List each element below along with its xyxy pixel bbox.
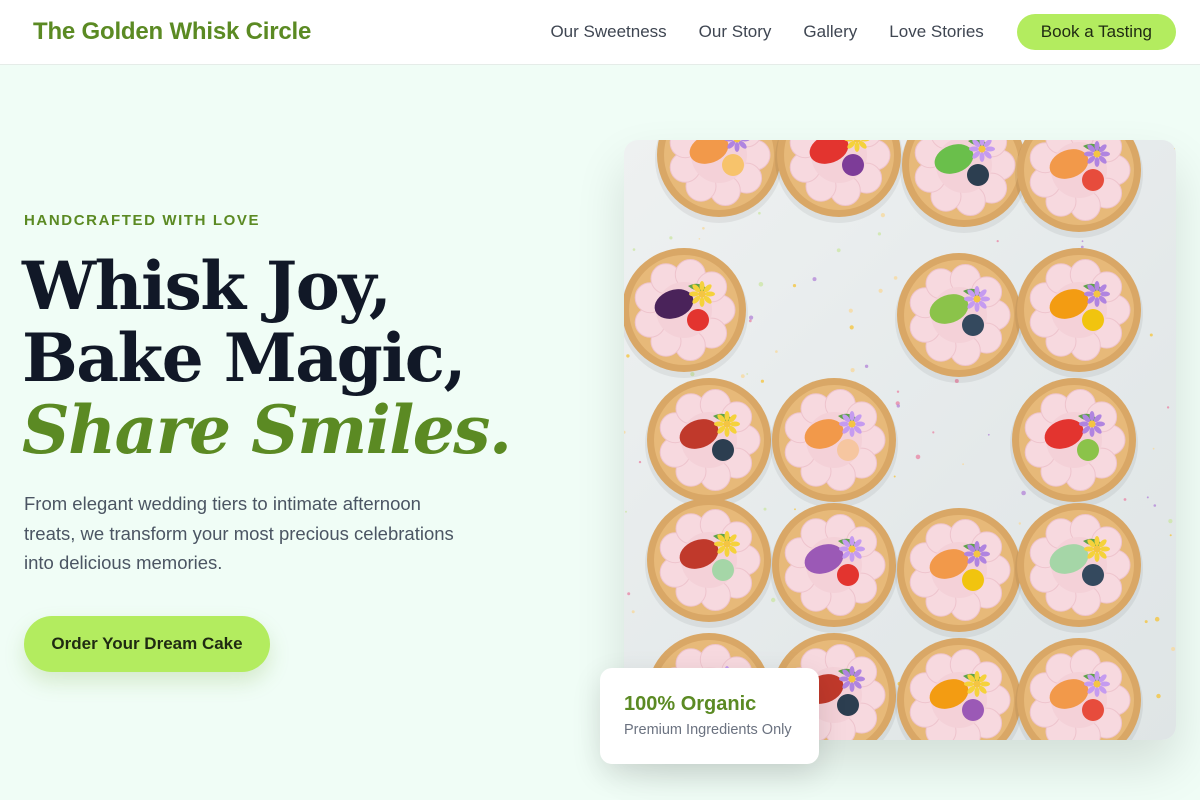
hero-headline-accent: Share Smiles.: [22, 391, 512, 469]
nav-links: Our Sweetness Our Story Gallery Love Sto…: [550, 14, 1176, 50]
brand-logo[interactable]: The Golden Whisk Circle: [33, 18, 311, 46]
hero-headline: Whisk Joy, Bake Magic, Share Smiles.: [22, 250, 592, 466]
hero-headline-main: Whisk Joy, Bake Magic,: [22, 247, 466, 397]
order-cake-button[interactable]: Order Your Dream Cake: [24, 616, 270, 672]
book-tasting-button[interactable]: Book a Tasting: [1016, 14, 1176, 50]
badge-title: 100% Organic: [624, 693, 757, 715]
nav-link-gallery[interactable]: Gallery: [803, 22, 857, 42]
nav-link-love-stories[interactable]: Love Stories: [889, 22, 984, 42]
organic-badge: 100% Organic Premium Ingredients Only: [600, 668, 819, 764]
badge-subtitle: Premium Ingredients Only: [624, 722, 792, 738]
hero-image: [624, 140, 1176, 740]
top-nav: The Golden Whisk Circle Our Sweetness Ou…: [0, 0, 1200, 65]
tartlets-illustration: [624, 140, 1176, 740]
hero-eyebrow: HANDCRAFTED WITH LOVE: [24, 212, 261, 229]
nav-link-our-story[interactable]: Our Story: [699, 22, 772, 42]
hero-description: From elegant wedding tiers to intimate a…: [24, 493, 454, 573]
nav-link-our-sweetness[interactable]: Our Sweetness: [550, 22, 666, 42]
